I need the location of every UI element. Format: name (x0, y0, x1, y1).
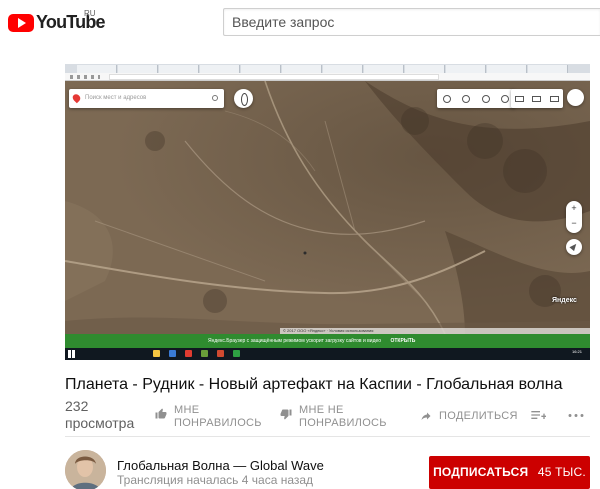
satellite-map: Поиск мест и адресов + − Яндекс © 2017 О… (65, 81, 590, 334)
browser-tab (118, 65, 158, 73)
share-icon (421, 412, 431, 420)
traffic-icon[interactable] (442, 94, 451, 103)
add-to-playlist-icon[interactable] (530, 408, 546, 422)
view-count: 232 просмотра (65, 398, 145, 432)
browser-tab (364, 65, 404, 73)
browser-url-field (109, 74, 439, 80)
browser-tab (405, 65, 445, 73)
windows-start-icon (68, 350, 76, 358)
browser-tab (282, 65, 322, 73)
like-button[interactable]: МНЕ ПОНРАВИЛОСЬ (155, 404, 265, 430)
youtube-play-icon (8, 13, 34, 32)
transport-icon[interactable] (481, 94, 490, 103)
browser-tab (200, 65, 240, 73)
thumbs-up-icon (155, 408, 167, 419)
browser-promo-banner: Яндекс.Браузер с защищённым режимом уско… (65, 334, 590, 348)
ruler-icon[interactable] (515, 95, 525, 102)
map-navigation-button[interactable] (234, 89, 253, 108)
satellite-terrain (65, 81, 590, 334)
avatar-image (65, 450, 106, 489)
map-layers-toolbar (437, 89, 515, 108)
masthead: YouTube RU Введите запрос (0, 0, 600, 44)
search-icon[interactable] (212, 95, 218, 101)
yandex-logo: Яндекс (552, 297, 577, 304)
print-icon[interactable] (532, 95, 542, 102)
subscriber-count: 45 ТЫС. (537, 465, 586, 479)
more-options-icon[interactable] (568, 413, 584, 418)
like-label: МНЕ ПОНРАВИЛОСЬ (174, 404, 262, 429)
subscribe-label: ПОДПИСАТЬСЯ (433, 465, 529, 479)
map-extra-toolbar (511, 89, 563, 108)
share-button[interactable]: ПОДЕЛИТЬСЯ (420, 410, 518, 423)
view-count-number: 232 (65, 398, 89, 414)
map-pin-icon (71, 92, 82, 104)
app-icon (233, 350, 240, 357)
browser-tab-strip (65, 64, 590, 73)
browser-tab (487, 65, 527, 73)
zoom-out-button[interactable]: − (566, 216, 582, 231)
view-count-label: просмотра (65, 415, 135, 431)
map-profile-button[interactable] (567, 89, 584, 106)
browser-tab (528, 65, 568, 73)
browser-tab (241, 65, 281, 73)
windows-taskbar: 16:21 (65, 348, 590, 360)
video-title: Планета - Рудник - Новый артефакт на Кас… (65, 376, 563, 393)
dislike-label: МНЕ НЕ ПОНРАВИЛОСЬ (299, 404, 387, 429)
app-icon (217, 350, 224, 357)
share-label: ПОДЕЛИТЬСЯ (439, 410, 518, 422)
layers-icon[interactable] (501, 94, 510, 103)
yandex-browser-icon (185, 350, 192, 357)
banner-text: Яндекс.Браузер с защищённым режимом уско… (208, 338, 382, 344)
channel-avatar[interactable] (65, 450, 106, 489)
browser-address-bar (65, 73, 590, 81)
app-icon (169, 350, 176, 357)
map-search-input[interactable]: Поиск мест и адресов (69, 89, 224, 108)
app-icon (201, 350, 208, 357)
banner-open-button[interactable]: ОТКРЫТЬ (390, 338, 415, 344)
thumbs-down-icon (280, 409, 292, 420)
map-search-placeholder: Поиск мест и адресов (85, 95, 147, 101)
folder-icon (153, 350, 160, 357)
browser-nav-icon (70, 75, 100, 79)
stream-start-info: Трансляция началась 4 часа назад (117, 473, 314, 487)
search-input[interactable]: Введите запрос (223, 8, 600, 36)
video-player[interactable]: Поиск мест и адресов + − Яндекс © 2017 О… (65, 64, 590, 360)
browser-tab (77, 65, 117, 73)
geolocation-button[interactable] (566, 239, 582, 255)
logo-region: RU (84, 9, 96, 18)
panorama-icon[interactable] (462, 94, 471, 103)
channel-name[interactable]: Глобальная Волна — Global Wave (117, 458, 324, 473)
taskbar-clock: 16:21 (571, 349, 582, 354)
youtube-logo[interactable]: YouTube RU (8, 9, 106, 33)
zoom-control: + − (566, 201, 582, 233)
browser-tab (159, 65, 199, 73)
zoom-in-button[interactable]: + (566, 201, 582, 216)
section-divider (65, 436, 590, 437)
browser-tab (446, 65, 486, 73)
browser-tab (323, 65, 363, 73)
subscribe-button[interactable]: ПОДПИСАТЬСЯ 45 ТЫС. (429, 456, 590, 489)
menu-icon[interactable] (549, 95, 559, 102)
dislike-button[interactable]: МНЕ НЕ ПОНРАВИЛОСЬ (280, 404, 390, 430)
